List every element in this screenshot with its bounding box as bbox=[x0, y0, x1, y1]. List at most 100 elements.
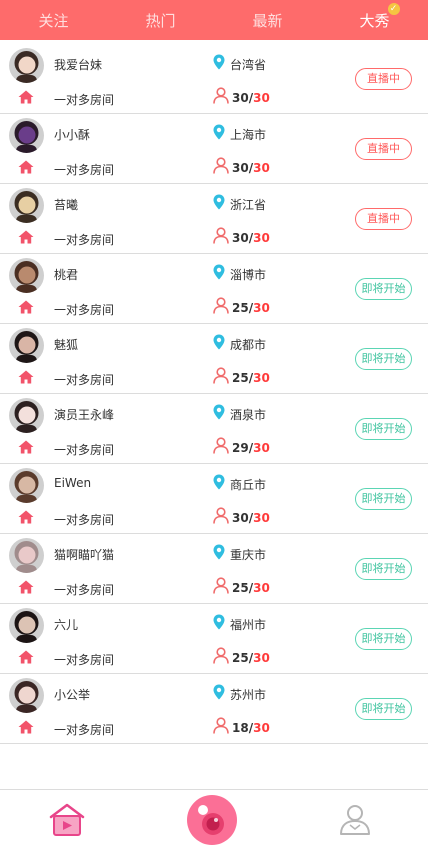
home-icon bbox=[18, 370, 34, 384]
viewer-max: 30 bbox=[253, 231, 270, 245]
avatar[interactable] bbox=[9, 538, 44, 573]
viewer-max: 30 bbox=[253, 441, 270, 455]
room-row[interactable]: 我爱台妹 一对多房间 台湾省 30/30 直播中 bbox=[0, 44, 428, 114]
location-pin-icon bbox=[213, 404, 225, 420]
status-button[interactable]: 即将开始 bbox=[355, 418, 412, 440]
city-label: 商丘市 bbox=[230, 478, 267, 492]
status-button[interactable]: 直播中 bbox=[355, 138, 412, 160]
viewer-current: 30 bbox=[232, 161, 249, 175]
home-icon bbox=[18, 160, 34, 174]
nav-live-button[interactable] bbox=[187, 795, 237, 845]
viewer-max: 30 bbox=[253, 511, 270, 525]
home-icon bbox=[18, 90, 34, 104]
viewer-current: 29 bbox=[232, 441, 249, 455]
avatar[interactable] bbox=[9, 678, 44, 713]
streamer-name: 六儿 bbox=[54, 618, 79, 632]
avatar[interactable] bbox=[9, 258, 44, 293]
room-type-label: 一对多房间 bbox=[54, 513, 115, 527]
streamer-name: 演员王永峰 bbox=[54, 408, 115, 422]
location-pin-icon bbox=[213, 334, 225, 350]
top-tab-bar: 关注 热门 最新 大秀 ✓ bbox=[0, 0, 428, 40]
avatar[interactable] bbox=[9, 118, 44, 153]
viewer-count: 30/30 bbox=[232, 91, 270, 105]
viewer-current: 25 bbox=[232, 301, 249, 315]
location-pin-icon bbox=[213, 544, 225, 560]
avatar[interactable] bbox=[9, 48, 44, 83]
status-button[interactable]: 即将开始 bbox=[355, 558, 412, 580]
viewer-max: 30 bbox=[253, 371, 270, 385]
live-camera-icon bbox=[187, 795, 237, 845]
nav-profile-button[interactable] bbox=[338, 802, 372, 836]
city-label: 台湾省 bbox=[230, 58, 267, 72]
viewer-max: 30 bbox=[253, 161, 270, 175]
room-row[interactable]: 演员王永峰 一对多房间 酒泉市 29/30 即将开始 bbox=[0, 394, 428, 464]
viewer-count: 30/30 bbox=[232, 231, 270, 245]
status-button[interactable]: 即将开始 bbox=[355, 348, 412, 370]
room-row[interactable]: 小小酥 一对多房间 上海市 30/30 直播中 bbox=[0, 114, 428, 184]
viewer-current: 25 bbox=[232, 581, 249, 595]
home-icon bbox=[18, 440, 34, 454]
status-button[interactable]: 即将开始 bbox=[355, 628, 412, 650]
home-icon bbox=[18, 580, 34, 594]
viewer-count-icon bbox=[213, 157, 229, 174]
status-button[interactable]: 直播中 bbox=[355, 208, 412, 230]
status-button[interactable]: 即将开始 bbox=[355, 278, 412, 300]
room-row[interactable]: 小公举 一对多房间 苏州市 18/30 即将开始 bbox=[0, 674, 428, 744]
verified-badge-icon: ✓ bbox=[387, 2, 400, 15]
viewer-count-icon bbox=[213, 227, 229, 244]
avatar[interactable] bbox=[9, 328, 44, 363]
tab-big-show[interactable]: 大秀 ✓ bbox=[321, 2, 428, 31]
viewer-max: 30 bbox=[253, 301, 270, 315]
streamer-name: 苔曦 bbox=[54, 198, 79, 212]
room-row[interactable]: 魅狐 一对多房间 成都市 25/30 即将开始 bbox=[0, 324, 428, 394]
home-icon bbox=[18, 650, 34, 664]
viewer-count: 25/30 bbox=[232, 301, 270, 315]
room-row[interactable]: EiWen 一对多房间 商丘市 30/30 即将开始 bbox=[0, 464, 428, 534]
viewer-count-icon bbox=[213, 717, 229, 734]
room-row[interactable]: 六儿 一对多房间 福州市 25/30 即将开始 bbox=[0, 604, 428, 674]
viewer-count-icon bbox=[213, 507, 229, 524]
room-type-label: 一对多房间 bbox=[54, 723, 115, 737]
city-label: 重庆市 bbox=[230, 548, 267, 562]
viewer-max: 30 bbox=[253, 721, 270, 735]
streamer-name: 桃君 bbox=[54, 268, 79, 282]
avatar[interactable] bbox=[9, 188, 44, 223]
home-icon bbox=[18, 230, 34, 244]
status-button[interactable]: 即将开始 bbox=[355, 488, 412, 510]
avatar[interactable] bbox=[9, 398, 44, 433]
location-pin-icon bbox=[213, 124, 225, 140]
viewer-count-icon bbox=[213, 367, 229, 384]
room-type-label: 一对多房间 bbox=[54, 653, 115, 667]
viewer-count-icon bbox=[213, 87, 229, 104]
avatar[interactable] bbox=[9, 608, 44, 643]
city-label: 成都市 bbox=[230, 338, 267, 352]
viewer-current: 30 bbox=[232, 231, 249, 245]
viewer-current: 25 bbox=[232, 371, 249, 385]
avatar[interactable] bbox=[9, 468, 44, 503]
room-type-label: 一对多房间 bbox=[54, 583, 115, 597]
tab-popular[interactable]: 热门 bbox=[107, 10, 214, 31]
status-button[interactable]: 直播中 bbox=[355, 68, 412, 90]
city-label: 苏州市 bbox=[230, 688, 267, 702]
tab-latest[interactable]: 最新 bbox=[214, 10, 321, 31]
location-pin-icon bbox=[213, 684, 225, 700]
tab-follow[interactable]: 关注 bbox=[0, 10, 107, 31]
location-pin-icon bbox=[213, 614, 225, 630]
streamer-name: 小小酥 bbox=[54, 128, 91, 142]
home-icon bbox=[18, 510, 34, 524]
viewer-count: 25/30 bbox=[232, 581, 270, 595]
profile-icon bbox=[340, 805, 370, 835]
home-icon bbox=[18, 720, 34, 734]
room-row[interactable]: 桃君 一对多房间 淄博市 25/30 即将开始 bbox=[0, 254, 428, 324]
viewer-count: 30/30 bbox=[232, 161, 270, 175]
bottom-nav-bar bbox=[0, 789, 428, 846]
viewer-count: 29/30 bbox=[232, 441, 270, 455]
streamer-name: 小公举 bbox=[54, 688, 91, 702]
room-row[interactable]: 猫啊瞄吖猫一对多房间 重庆市 25/30 即将开始 bbox=[0, 534, 428, 604]
viewer-count-icon bbox=[213, 437, 229, 454]
streamer-name: 猫啊瞄吖猫 bbox=[54, 548, 115, 562]
status-button[interactable]: 即将开始 bbox=[355, 698, 412, 720]
nav-home-button[interactable] bbox=[48, 803, 86, 837]
streamer-name: EiWen bbox=[54, 476, 92, 490]
room-row[interactable]: 苔曦 一对多房间 浙江省 30/30 直播中 bbox=[0, 184, 428, 254]
